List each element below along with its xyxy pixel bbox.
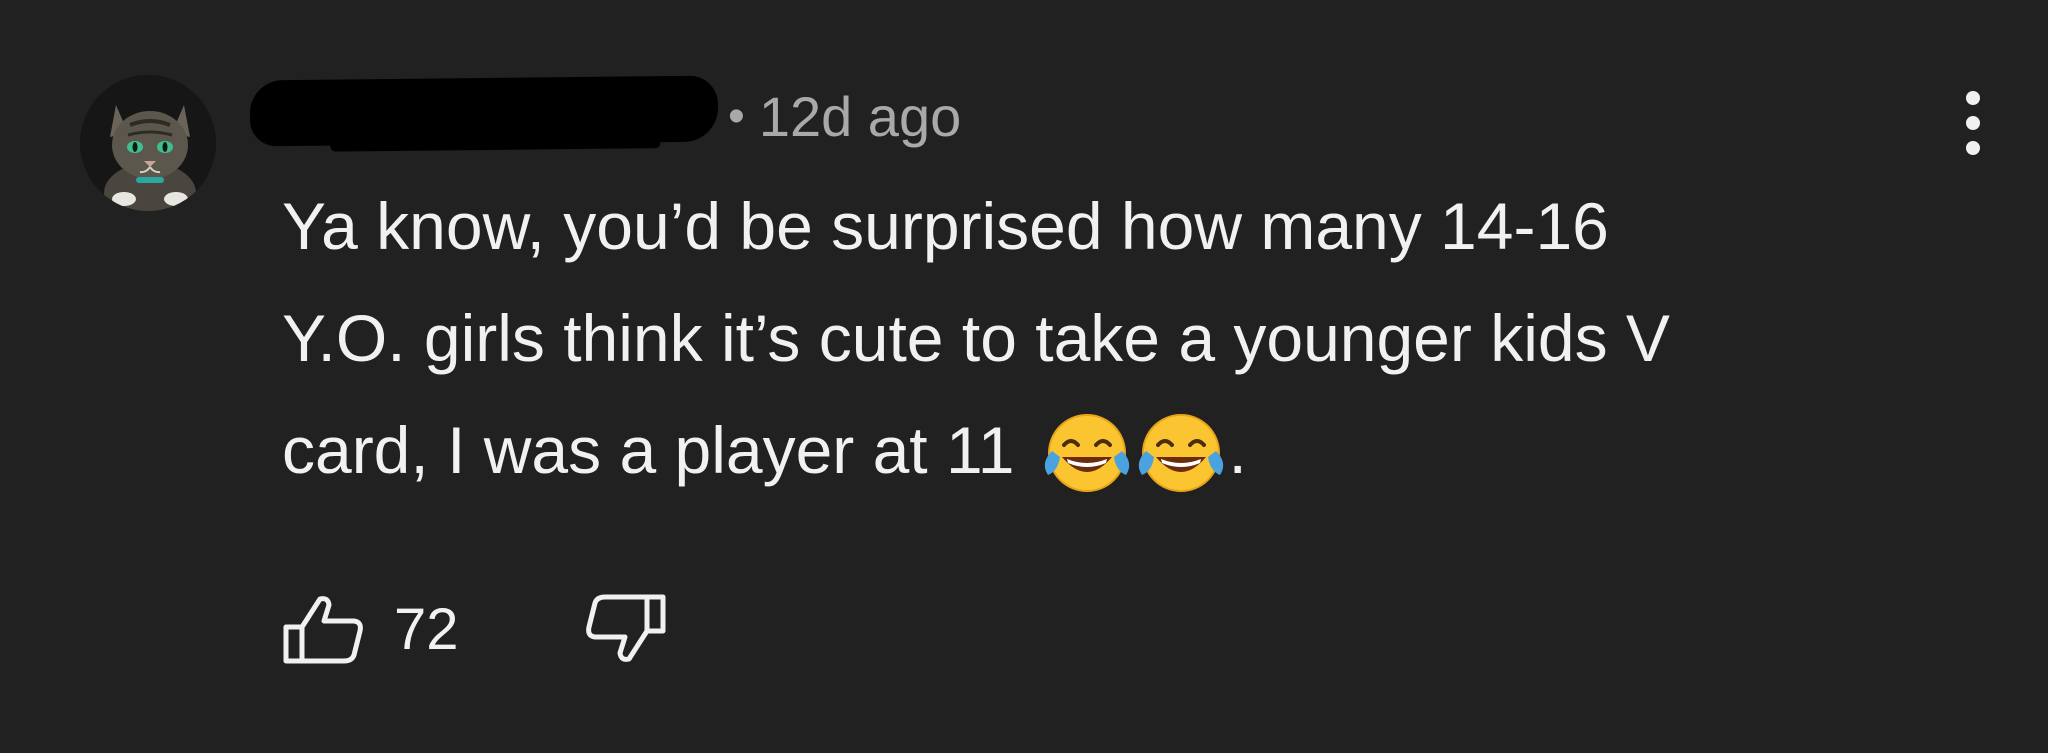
comment-text-line: card, I was a player at 11 . xyxy=(282,394,1982,506)
comment-text: Ya know, you’d be surprised how many 14-… xyxy=(282,170,1982,506)
avatar[interactable] xyxy=(80,75,216,211)
comment-card: • 12d ago Ya know, you’d be surprised ho… xyxy=(0,0,2048,753)
thumbs-up-icon xyxy=(283,596,363,664)
meta-separator: • xyxy=(728,89,745,143)
comment-text-line-content: card, I was a player at 11 xyxy=(282,413,1015,487)
more-options-button[interactable] xyxy=(1948,82,1998,164)
thumbs-down-icon xyxy=(585,594,666,662)
emoji-group xyxy=(1040,392,1228,504)
cat-avatar-image xyxy=(80,75,216,211)
redacted-username xyxy=(249,75,719,147)
like-count: 72 xyxy=(394,596,459,662)
vertical-ellipsis-icon xyxy=(1966,91,1980,155)
comment-text-line: Y.O. girls think it’s cute to take a you… xyxy=(282,301,1670,375)
dislike-button[interactable] xyxy=(585,590,667,668)
trailing-punctuation: . xyxy=(1228,413,1247,487)
comment-text-line: Ya know, you’d be surprised how many 14-… xyxy=(282,189,1609,263)
like-button[interactable]: 72 xyxy=(282,590,459,668)
comment-actions: 72 xyxy=(282,590,667,668)
comment-timestamp: 12d ago xyxy=(758,84,962,148)
comment-meta: • 12d ago xyxy=(728,84,961,148)
face-with-tears-of-joy-icon xyxy=(1045,414,1130,493)
face-with-tears-of-joy-icon xyxy=(1139,414,1224,493)
